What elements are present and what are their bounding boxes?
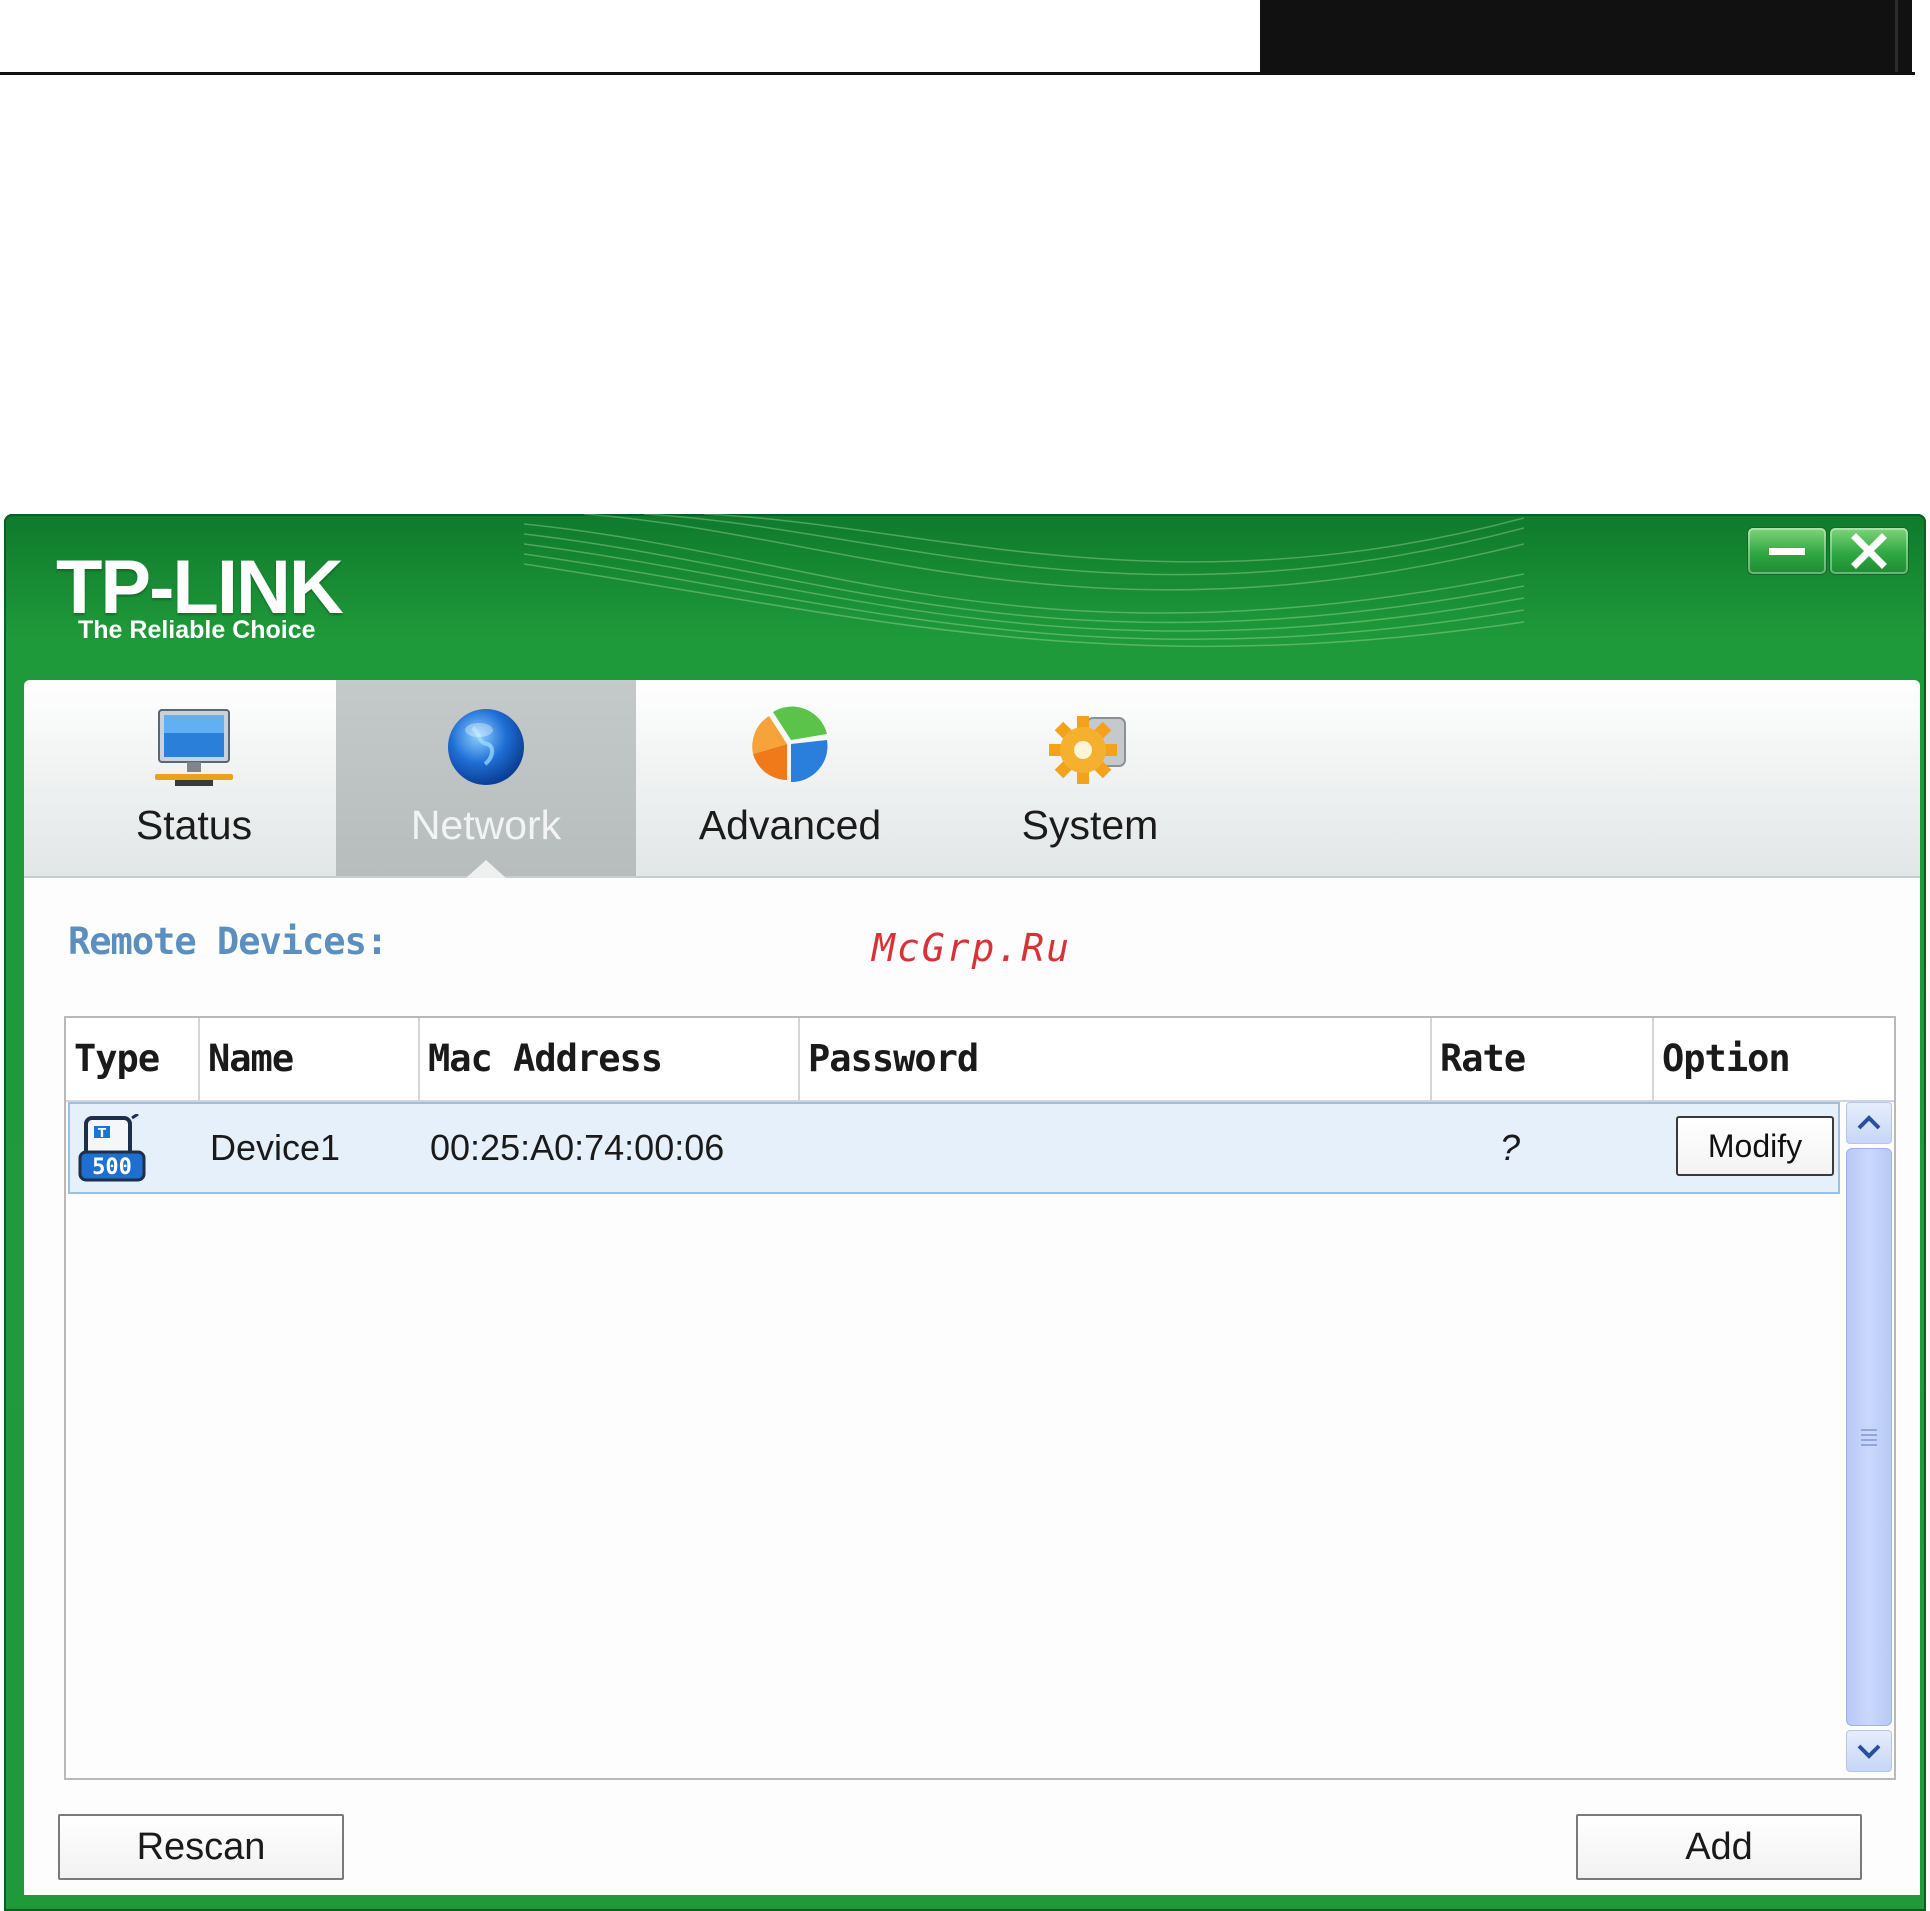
close-icon <box>1851 533 1887 569</box>
remote-devices-title: Remote Devices: <box>68 920 388 963</box>
device-badge: 500 <box>92 1155 132 1180</box>
column-header-rate[interactable]: Rate <box>1432 1018 1654 1100</box>
monitor-icon <box>155 709 233 786</box>
main-panel: Status Network Advanced System Remote De… <box>24 680 1920 1895</box>
app-window: TP-LINK The Reliable Choice Status Netwo… <box>4 514 1926 1911</box>
column-header-name[interactable]: Name <box>200 1018 420 1100</box>
tab-status[interactable]: Status <box>44 680 344 876</box>
chevron-down-icon <box>1857 1744 1881 1759</box>
table-scrollbar[interactable] <box>1842 1102 1892 1778</box>
svg-text:T: T <box>98 1126 107 1140</box>
header-swirl-decoration <box>524 514 1524 648</box>
tab-label: Advanced <box>698 802 882 848</box>
tab-label: Status <box>135 802 253 848</box>
tab-label: Network <box>410 802 562 848</box>
device-name-cell: Device1 <box>210 1127 341 1168</box>
remote-devices-table: Type Name Mac Address Password Rate Opti… <box>64 1016 1896 1780</box>
rescan-button[interactable]: Rescan <box>58 1814 344 1880</box>
rate-cell: ? <box>1500 1127 1521 1168</box>
chevron-up-icon <box>1857 1115 1881 1130</box>
modify-button[interactable]: Modify <box>1676 1116 1834 1176</box>
add-button[interactable]: Add <box>1576 1814 1862 1880</box>
powerline-adapter-icon: T 500 <box>78 1114 146 1182</box>
active-tab-pointer <box>466 860 506 878</box>
scroll-up-button[interactable] <box>1846 1102 1892 1144</box>
scroll-down-button[interactable] <box>1846 1730 1892 1772</box>
minimize-icon <box>1769 548 1805 555</box>
column-header-password[interactable]: Password <box>800 1018 1432 1100</box>
minimize-button[interactable] <box>1748 528 1826 574</box>
brand-tagline: The Reliable Choice <box>78 616 316 644</box>
scroll-grip <box>1861 1429 1877 1447</box>
table-header: Type Name Mac Address Password Rate Opti… <box>66 1018 1894 1102</box>
mac-address-cell: 00:25:A0:74:00:06 <box>430 1127 725 1168</box>
table-row[interactable]: T 500 Device1 00:25:A0:74:00:06 ? Modify <box>68 1102 1840 1194</box>
document-header-block <box>1260 0 1912 72</box>
column-header-option[interactable]: Option <box>1654 1018 1894 1100</box>
scroll-thumb[interactable] <box>1846 1148 1892 1726</box>
pie-chart-icon <box>752 706 828 783</box>
tab-toolbar: Status Network Advanced System <box>24 680 1920 878</box>
tab-advanced[interactable]: Advanced <box>640 680 940 876</box>
column-header-type[interactable]: Type <box>66 1018 200 1100</box>
watermark-text: McGrp.Ru <box>872 926 1072 970</box>
tab-system[interactable]: System <box>940 680 1240 876</box>
tab-network[interactable]: Network <box>336 680 636 878</box>
document-header-rule <box>0 72 1915 75</box>
column-header-mac-address[interactable]: Mac Address <box>420 1018 800 1100</box>
globe-icon <box>448 709 524 785</box>
gear-icon <box>1049 716 1126 784</box>
tab-label: System <box>1021 802 1159 848</box>
close-button[interactable] <box>1830 528 1908 574</box>
